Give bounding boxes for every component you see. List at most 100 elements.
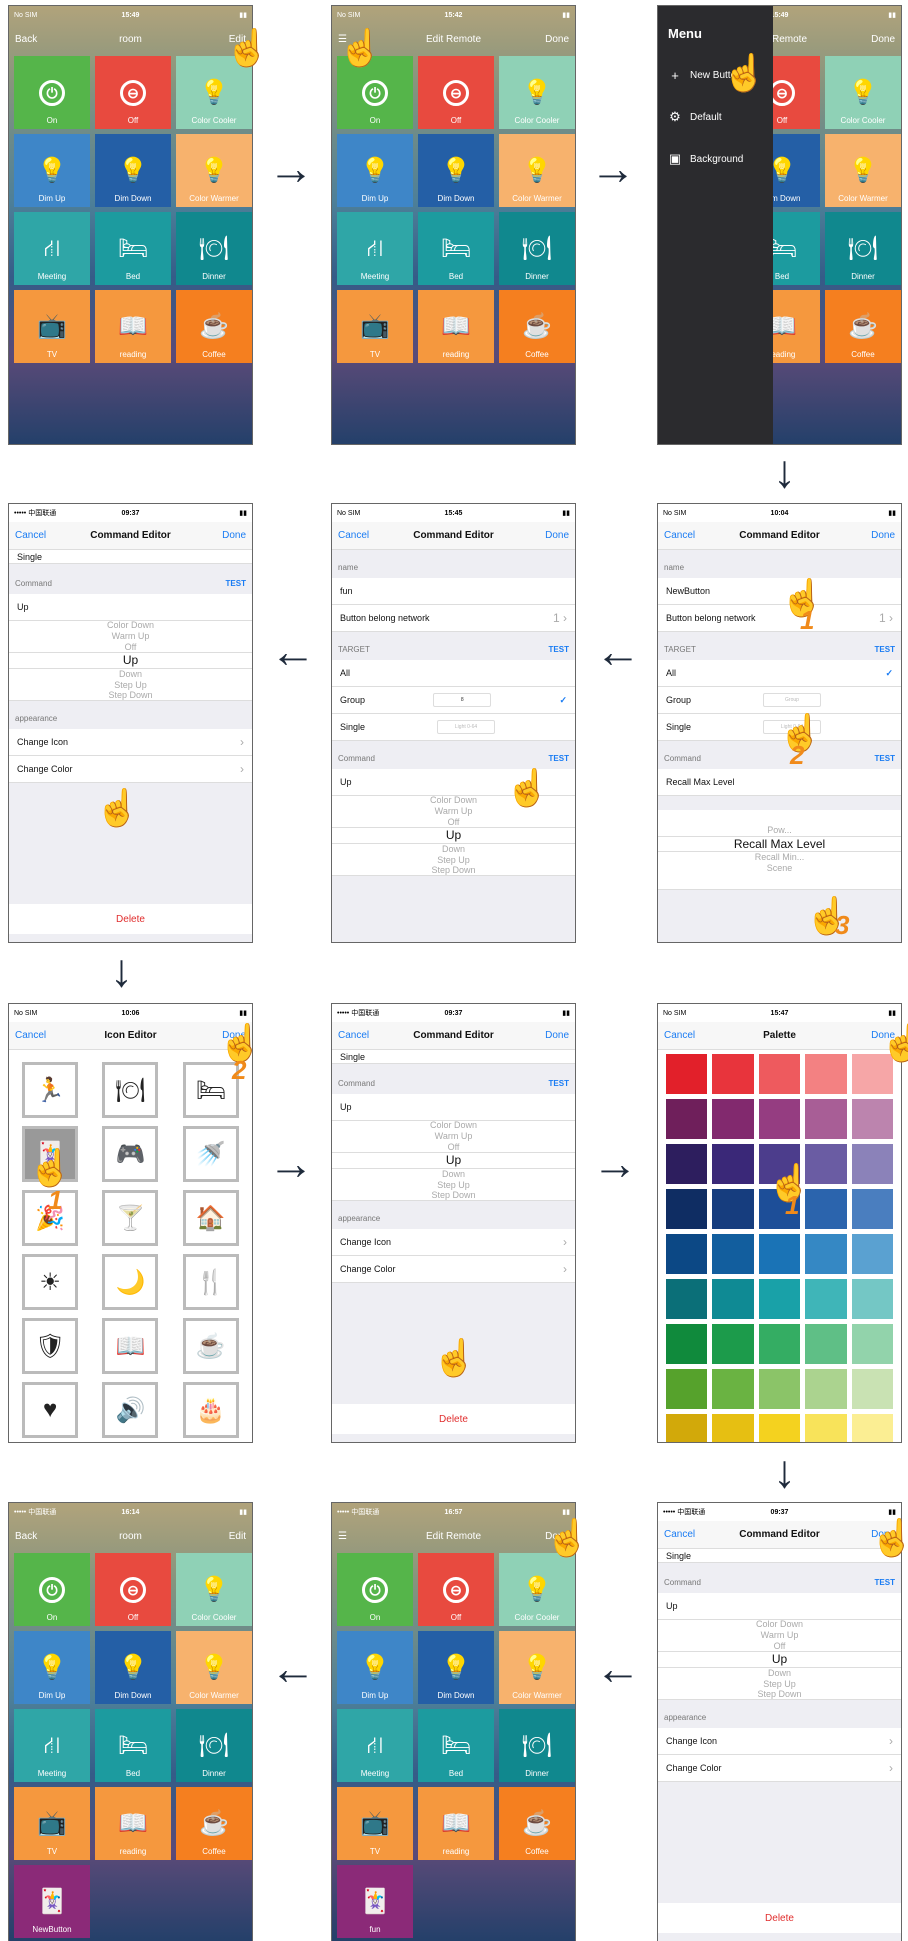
tile-meeting[interactable]: ⛙ Meeting [337,212,413,285]
change-color-row[interactable]: Change Color › [9,756,252,783]
tile-dinner[interactable]: 🍽 Dinner [499,212,575,285]
tile-tv[interactable]: 📺 TV [14,1787,90,1860]
single-row[interactable]: Single [9,550,252,564]
done-button[interactable]: Done [871,530,895,541]
tile-dinner[interactable]: 🍽 Dinner [825,212,901,285]
command-row[interactable]: Up [9,594,252,621]
cancel-button[interactable]: Cancel [338,530,369,541]
tile-coffee[interactable]: ☕ Coffee [499,290,575,363]
color-swatch[interactable] [851,1189,893,1229]
picker-option[interactable]: Step Up [763,1679,796,1690]
tile-color-warmer[interactable]: 💡 Color Warmer [176,1631,252,1704]
icon-option[interactable]: ☕ [182,1318,239,1374]
color-swatch[interactable] [712,1099,754,1139]
edit-button[interactable]: Edit [229,1531,246,1542]
color-swatch[interactable] [666,1054,708,1094]
change-icon-row[interactable]: Change Icon › [658,1728,901,1755]
color-swatch[interactable] [666,1414,708,1442]
picker-option[interactable]: Step Up [437,855,470,866]
picker-option[interactable]: Color Down [107,620,154,631]
tile-color-warmer[interactable]: 💡 Color Warmer [499,1631,575,1704]
tile-bed[interactable]: 🛏 Bed [95,212,171,285]
color-swatch[interactable] [712,1144,754,1184]
cancel-button[interactable]: Cancel [338,1030,369,1041]
tile-dim-up[interactable]: 💡 Dim Up [337,1631,413,1704]
color-swatch[interactable] [712,1189,754,1229]
done-button[interactable]: Done [545,530,569,541]
color-swatch[interactable] [666,1234,708,1274]
tile-dinner[interactable]: 🍽 Dinner [499,1709,575,1782]
cancel-button[interactable]: Cancel [664,1529,695,1540]
icon-option[interactable]: ♥ [22,1382,79,1438]
icon-option[interactable]: 🚿 [182,1126,239,1182]
picker-option[interactable]: Off [448,1142,460,1153]
picker-option[interactable]: Step Down [431,865,475,876]
tile-bed[interactable]: 🛏 Bed [418,212,494,285]
color-swatch[interactable] [666,1369,708,1409]
menu-icon[interactable]: ☰ [338,1531,347,1542]
name-field[interactable]: fun [332,578,575,605]
picker-option[interactable]: Down [768,1668,791,1679]
color-swatch[interactable] [712,1369,754,1409]
cancel-button[interactable]: Cancel [664,530,695,541]
back-button[interactable]: Back [15,34,37,45]
tile-color-warmer[interactable]: 💡 Color Warmer [825,134,901,207]
tile-coffee[interactable]: ☕ Coffee [499,1787,575,1860]
tile-bed[interactable]: 🛏 Bed [95,1709,171,1782]
icon-option[interactable]: 📖 [102,1318,159,1374]
color-swatch[interactable] [758,1414,801,1442]
color-swatch[interactable] [758,1054,801,1094]
icon-option[interactable]: 🏠 [182,1190,239,1246]
picker-option[interactable]: Down [442,1169,465,1180]
tile-color-cooler[interactable]: 💡 Color Cooler [825,56,901,129]
picker-option[interactable]: Color Down [430,795,477,806]
color-swatch[interactable] [758,1324,801,1364]
icon-option[interactable]: 🔊 [102,1382,159,1438]
color-swatch[interactable] [805,1324,847,1364]
command-picker[interactable]: Color Down Warm Up Off Up Down Step Up Step Do… [332,795,575,876]
picker-option[interactable]: Off [448,817,460,828]
color-swatch[interactable] [758,1234,801,1274]
command-row[interactable]: Recall Max Level [658,769,901,796]
icon-option[interactable]: ☀ [22,1254,79,1310]
command-picker[interactable]: Color Down Warm Up Off Up Down Step Up Step Do… [332,1120,575,1201]
icon-option[interactable]: 🏃 [22,1062,79,1118]
test-button[interactable]: TEST [226,579,246,588]
target-single-row[interactable]: Single Light 0-64 [332,714,575,741]
tile-meeting[interactable]: ⛙ Meeting [337,1709,413,1782]
tile-meeting[interactable]: ⛙ Meeting [14,212,90,285]
icon-option[interactable]: 🎂 [182,1382,239,1438]
test-button[interactable]: TEST [549,645,569,654]
single-row[interactable]: Single [658,1549,901,1563]
tile-off[interactable]: ⊖ Off [95,56,171,129]
change-color-row[interactable]: Change Color › [658,1755,901,1782]
done-button[interactable]: Done [222,530,246,541]
tile-bed[interactable]: 🛏 Bed [418,1709,494,1782]
command-picker[interactable]: Pow... Recall Max Level Recall Min... Scene [658,810,901,890]
picker-option[interactable]: Off [774,1641,786,1652]
tile-dim-up[interactable]: 💡 Dim Up [337,134,413,207]
picker-option[interactable]: Step Up [114,680,147,691]
target-group-row[interactable]: Group 8 ✓ [332,687,575,714]
picker-option[interactable]: Down [442,844,465,855]
tile-color-cooler[interactable]: 💡 Color Cooler [499,1553,575,1626]
color-swatch[interactable] [712,1234,754,1274]
color-swatch[interactable] [805,1099,847,1139]
tile-color-warmer[interactable]: 💡 Color Warmer [499,134,575,207]
tile-dinner[interactable]: 🍽 Dinner [176,212,252,285]
picker-option[interactable]: Color Down [756,1619,803,1630]
tile-new-button[interactable]: 🃏 NewButton [14,1865,90,1938]
color-swatch[interactable] [712,1054,754,1094]
color-swatch[interactable] [666,1144,708,1184]
done-button[interactable]: Done [871,34,895,45]
tile-tv[interactable]: 📺 TV [337,290,413,363]
color-swatch[interactable] [805,1369,847,1409]
color-swatch[interactable] [851,1324,893,1364]
delete-button[interactable]: Delete [332,1404,575,1434]
color-swatch[interactable] [851,1234,893,1274]
color-swatch[interactable] [805,1234,847,1274]
picker-option[interactable]: Warm Up [435,1131,473,1142]
icon-option[interactable]: 🍴 [182,1254,239,1310]
target-all-row[interactable]: All ✓ [658,660,901,687]
tile-dim-down[interactable]: 💡 Dim Down [418,1631,494,1704]
